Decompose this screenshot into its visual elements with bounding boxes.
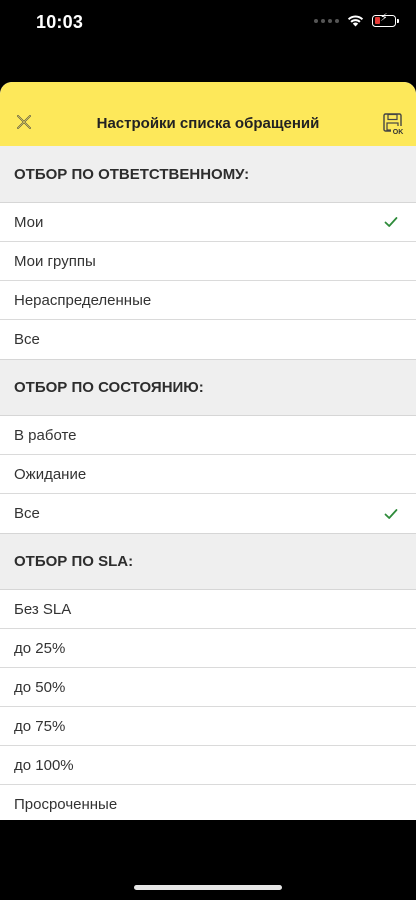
- section-header-responsible: ОТБОР ПО ОТВЕТСТВЕННОМУ:: [0, 146, 416, 203]
- filter-option-my-groups[interactable]: Мои группы: [0, 242, 416, 281]
- option-label: Без SLA: [14, 600, 72, 618]
- battery-icon: ⚡: [372, 12, 399, 27]
- option-label: до 100%: [14, 756, 74, 774]
- option-label: Просроченные: [14, 796, 118, 813]
- filter-option-in-progress[interactable]: В работе: [0, 416, 416, 455]
- filter-option-all-responsible[interactable]: Все: [0, 320, 416, 359]
- option-label: Все: [14, 505, 40, 522]
- option-label: до 50%: [14, 678, 66, 696]
- option-label: Ожидание: [14, 465, 87, 483]
- checkmark-icon: [384, 217, 398, 227]
- filter-option-sla-100[interactable]: до 100%: [0, 746, 416, 785]
- filter-option-sla-50[interactable]: до 50%: [0, 668, 416, 707]
- header-bar: Настройки списка обращений OK: [0, 82, 416, 146]
- option-label: Нераспределенные: [14, 291, 152, 309]
- filter-option-my[interactable]: Мои: [0, 203, 416, 242]
- status-time: 10:03: [36, 12, 84, 32]
- svg-text:OK: OK: [393, 129, 404, 136]
- section-header-state: ОТБОР ПО СОСТОЯНИЮ:: [0, 359, 416, 416]
- option-label: В работе: [14, 426, 77, 444]
- wifi-icon: [347, 15, 364, 27]
- option-label: до 75%: [14, 717, 66, 735]
- section-header-sla: ОТБОР ПО SLA:: [0, 533, 416, 590]
- filter-option-all-state[interactable]: Все: [0, 494, 416, 533]
- status-bar: 10:03 ⚡: [0, 0, 416, 50]
- cellular-signal-icon: [314, 18, 339, 23]
- checkmark-icon: [384, 508, 398, 519]
- filter-option-waiting[interactable]: Ожидание: [0, 455, 416, 494]
- filter-option-sla-75[interactable]: до 75%: [0, 707, 416, 746]
- option-label: Мои группы: [14, 252, 96, 270]
- settings-sheet: Настройки списка обращений OK ОТБОР ПО О…: [0, 82, 416, 820]
- phone-screen: 10:03 ⚡ Настройки списка обращений OK ОТ…: [0, 0, 416, 900]
- filter-option-sla-25[interactable]: до 25%: [0, 629, 416, 668]
- filter-option-overdue[interactable]: Просроченные: [0, 785, 416, 820]
- option-label: Мои: [14, 213, 44, 231]
- page-title: Настройки списка обращений: [96, 115, 320, 132]
- home-indicator[interactable]: [134, 885, 282, 890]
- status-indicators: ⚡: [314, 12, 399, 27]
- filter-option-unassigned[interactable]: Нераспределенные: [0, 281, 416, 320]
- option-label: до 25%: [14, 639, 66, 657]
- filter-option-no-sla[interactable]: Без SLA: [0, 590, 416, 629]
- option-label: Все: [14, 331, 40, 348]
- save-ok-icon[interactable]: OK: [382, 112, 406, 136]
